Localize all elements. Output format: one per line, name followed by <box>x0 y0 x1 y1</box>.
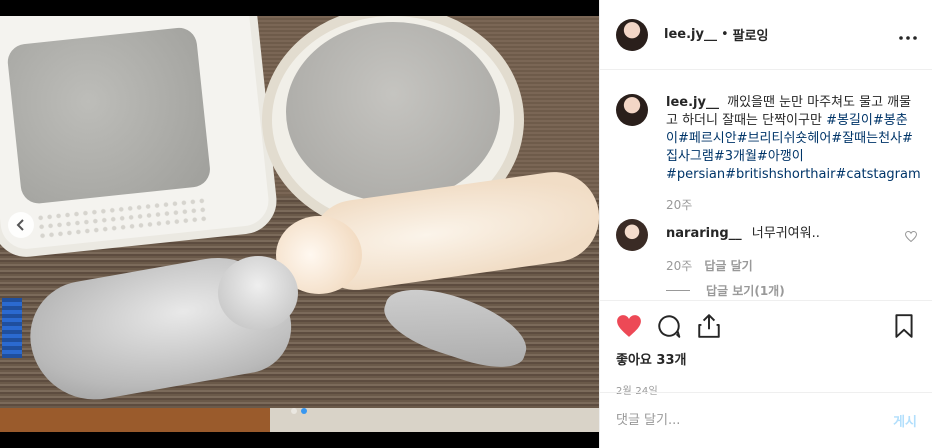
post-photo <box>0 16 599 432</box>
comment-like-icon[interactable] <box>904 230 918 245</box>
header-separator: • <box>720 27 729 42</box>
comment-input[interactable] <box>616 413 894 428</box>
avatar[interactable] <box>616 18 648 51</box>
post-header: lee.jy__ • 팔로잉 <box>600 0 932 70</box>
header-username[interactable]: lee.jy__ <box>664 27 717 42</box>
view-replies-label: 답글 보기(1개) <box>706 284 785 298</box>
litter-box-left <box>0 16 280 261</box>
litter-sand-right <box>286 22 500 202</box>
photo-wood-floor <box>0 408 270 432</box>
caption-avatar[interactable] <box>616 94 648 126</box>
comment-item: nararing__ 너무귀여워.. <box>616 219 918 251</box>
reply-avatar[interactable] <box>616 219 648 251</box>
reply-button[interactable]: 답글 달기 <box>704 257 752 274</box>
comment-box: 게시 <box>600 392 932 448</box>
reply-text: 너무귀여워.. <box>751 226 820 241</box>
caption-time[interactable]: 20주 <box>666 196 917 213</box>
chevron-left-icon[interactable] <box>8 212 34 238</box>
action-icons <box>616 311 917 341</box>
caption: lee.jy__ 깨있을땐 눈만 마주쳐도 물고 깨물고 하더니 잘때는 단짝이… <box>616 94 921 184</box>
carousel-dot <box>291 408 297 414</box>
comments-section: lee.jy__ 깨있을땐 눈만 마주쳐도 물고 깨물고 하더니 잘때는 단짝이… <box>600 70 932 300</box>
caption-username[interactable]: lee.jy__ <box>666 95 719 110</box>
comment-icon[interactable] <box>656 313 682 339</box>
more-horizontal-icon[interactable] <box>899 24 917 45</box>
likes-count[interactable]: 좋아요 33개 <box>616 349 917 368</box>
post-media <box>0 0 599 448</box>
carousel-dots <box>291 408 307 414</box>
post-panel: lee.jy__ • 팔로잉 lee.jy__ 깨있을땐 눈만 마주쳐도 물고 … <box>599 0 932 448</box>
view-replies-button[interactable]: 답글 보기(1개) <box>666 282 917 299</box>
reply-username[interactable]: nararing__ <box>666 226 742 241</box>
following-button[interactable]: 팔로잉 <box>733 25 769 44</box>
litter-box-holes <box>35 196 208 240</box>
photo-mat-edge <box>270 408 599 432</box>
reply-time[interactable]: 20주 <box>666 257 692 274</box>
bookmark-icon[interactable] <box>891 313 917 339</box>
heart-icon[interactable] <box>616 313 642 339</box>
post-comment-button[interactable]: 게시 <box>893 411 917 430</box>
reply-meta: 20주 답글 달기 <box>666 257 917 274</box>
carousel-dot-active <box>301 408 307 414</box>
litter-sand <box>6 26 212 206</box>
view-replies-line <box>666 290 690 291</box>
caption-body: lee.jy__ 깨있을땐 눈만 마주쳐도 물고 깨물고 하더니 잘때는 단짝이… <box>666 94 921 184</box>
reply-body: nararing__ 너무귀여워.. <box>666 225 896 243</box>
kitten-grey-head <box>218 256 298 330</box>
share-icon[interactable] <box>696 313 722 339</box>
blue-toy <box>2 298 22 358</box>
